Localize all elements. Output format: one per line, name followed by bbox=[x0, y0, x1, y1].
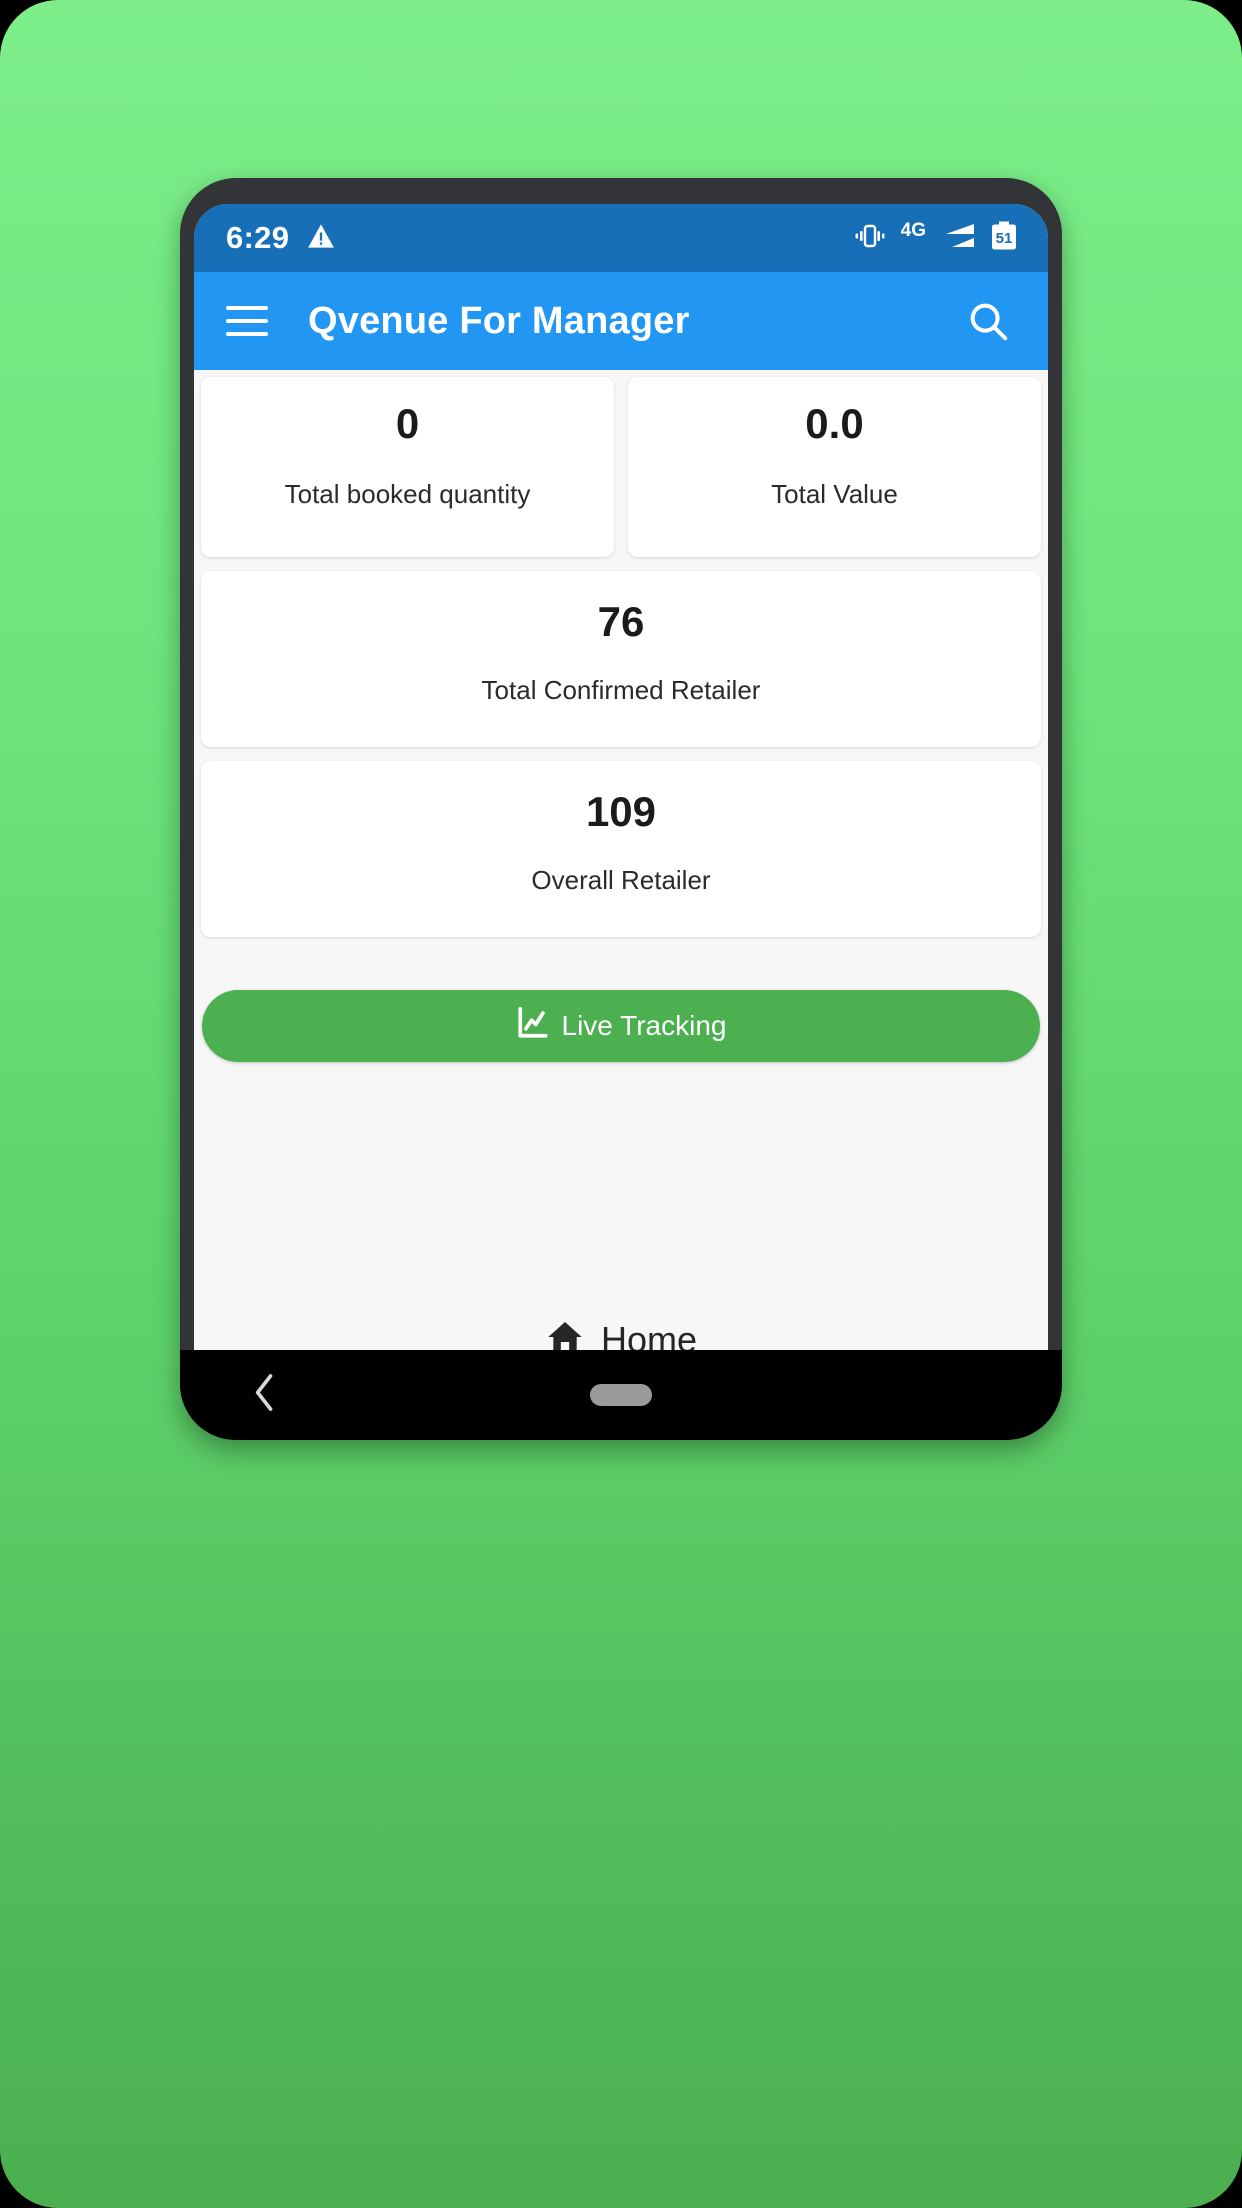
stat-card-total-booked-quantity[interactable]: 0 Total booked quantity bbox=[201, 377, 614, 557]
stat-value: 0 bbox=[395, 400, 420, 447]
warning-triangle-icon bbox=[307, 223, 335, 254]
status-bar-clock: 6:29 bbox=[226, 220, 290, 255]
line-chart-icon bbox=[516, 1006, 550, 1047]
network-type-label: 4G bbox=[900, 220, 926, 241]
status-bar-right: 4G 51 bbox=[853, 220, 1018, 256]
back-chevron-icon[interactable] bbox=[250, 1371, 280, 1420]
signal-bars-icon bbox=[940, 222, 976, 255]
hamburger-menu-icon[interactable] bbox=[226, 298, 272, 344]
stat-card-total-confirmed-retailer[interactable]: 76 Total Confirmed Retailer bbox=[201, 571, 1041, 747]
android-system-nav-bar bbox=[180, 1350, 1062, 1440]
stat-label: Total booked quantity bbox=[284, 479, 531, 509]
stat-label: Total Confirmed Retailer bbox=[481, 675, 761, 705]
phone-device-frame: 6:29 4G 51 Qvenue For Manager 0 Total bo… bbox=[180, 178, 1062, 1440]
stat-card-overall-retailer[interactable]: 109 Overall Retailer bbox=[201, 761, 1041, 937]
stat-card-total-value[interactable]: 0.0 Total Value bbox=[628, 377, 1041, 557]
page-title: Qvenue For Manager bbox=[308, 299, 690, 342]
status-bar-left: 6:29 bbox=[226, 220, 335, 256]
dashboard-content: 0 Total booked quantity 0.0 Total Value … bbox=[194, 370, 1048, 1414]
search-icon[interactable] bbox=[962, 295, 1014, 347]
phone-screen: 6:29 4G 51 Qvenue For Manager 0 Total bo… bbox=[194, 204, 1048, 1414]
stat-value: 76 bbox=[597, 598, 645, 645]
vibrate-icon bbox=[853, 223, 887, 254]
home-pill-icon[interactable] bbox=[590, 1384, 652, 1406]
battery-level-text: 51 bbox=[996, 230, 1013, 247]
live-tracking-label: Live Tracking bbox=[561, 1010, 727, 1041]
stat-value: 109 bbox=[585, 788, 657, 835]
live-tracking-container: Live Tracking bbox=[194, 944, 1048, 1062]
stats-top-row: 0 Total booked quantity 0.0 Total Value bbox=[194, 370, 1048, 564]
app-bar: Qvenue For Manager bbox=[194, 272, 1048, 370]
status-bar: 6:29 4G 51 bbox=[194, 204, 1048, 272]
stat-label: Overall Retailer bbox=[531, 865, 711, 895]
live-tracking-button[interactable]: Live Tracking bbox=[202, 990, 1040, 1062]
battery-icon: 51 bbox=[990, 221, 1018, 256]
stat-value: 0.0 bbox=[805, 400, 864, 447]
stat-label: Total Value bbox=[771, 479, 898, 509]
